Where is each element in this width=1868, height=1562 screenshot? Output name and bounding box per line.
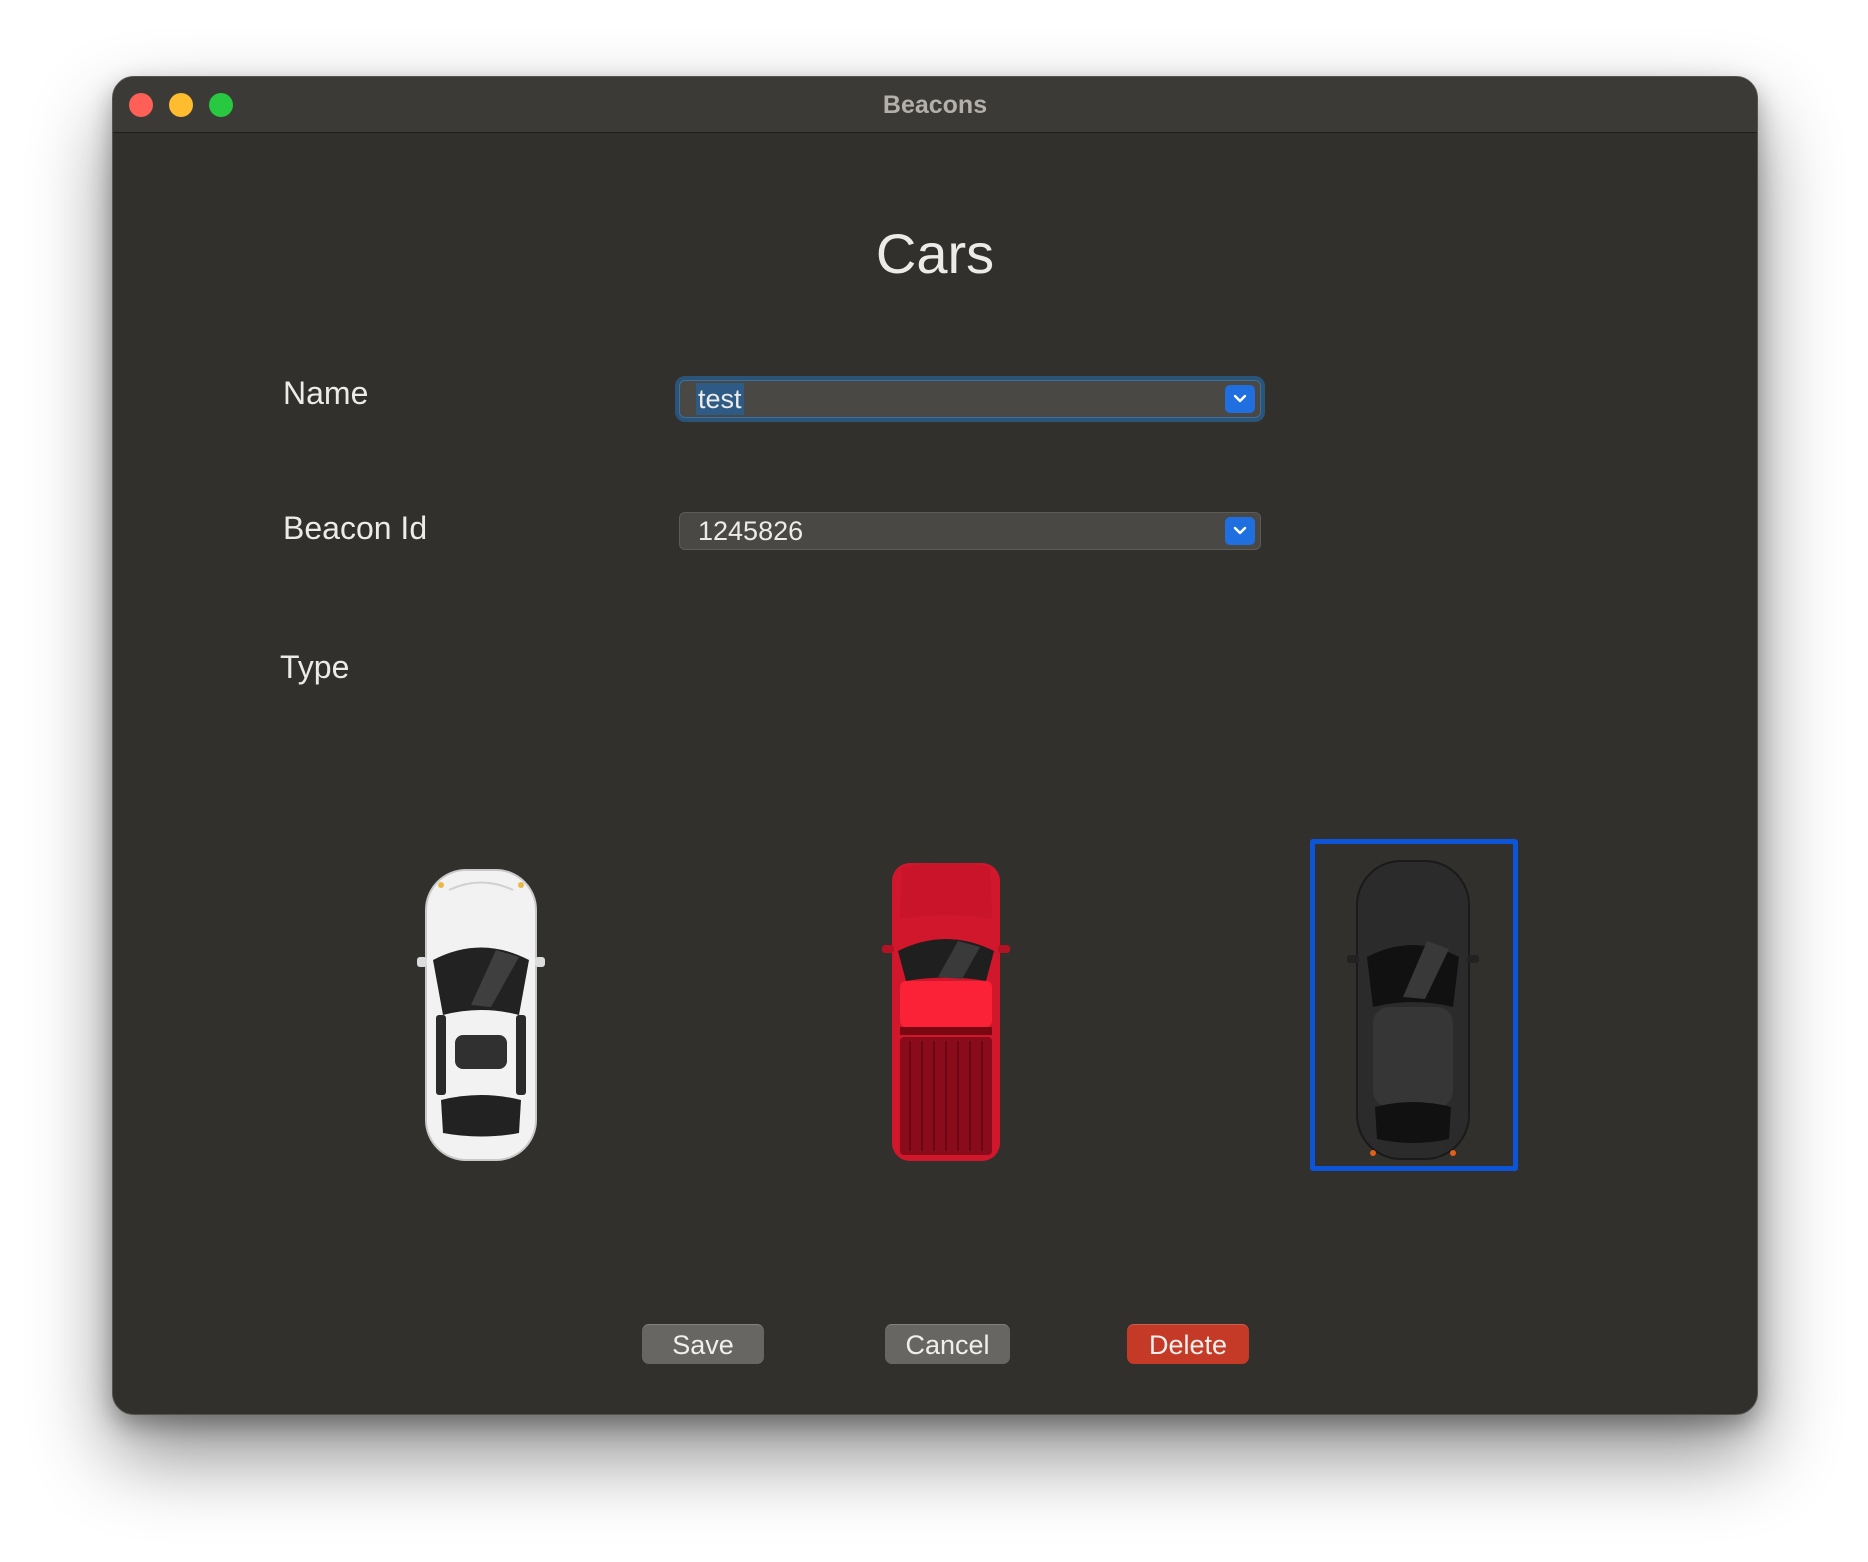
name-label: Name xyxy=(283,375,369,411)
red-pickup-car-option[interactable] xyxy=(876,859,1016,1165)
screen: Beacons Cars Name test Beacon Id 1245826… xyxy=(0,0,1868,1562)
delete-button[interactable]: Delete xyxy=(1127,1324,1249,1364)
name-dropdown-button[interactable] xyxy=(1225,385,1255,413)
beacon-id-combobox[interactable]: 1245826 xyxy=(679,512,1261,550)
chevron-down-icon xyxy=(1233,526,1247,535)
cancel-button[interactable]: Cancel xyxy=(885,1324,1010,1364)
name-combobox[interactable]: test xyxy=(679,380,1261,418)
beacon-id-value[interactable]: 1245826 xyxy=(698,515,803,547)
name-value[interactable]: test xyxy=(696,383,744,415)
save-button[interactable]: Save xyxy=(642,1324,764,1364)
window-title: Beacons xyxy=(882,91,988,119)
beacon-id-dropdown-button[interactable] xyxy=(1225,517,1255,545)
type-label: Type xyxy=(280,649,350,685)
chevron-down-icon xyxy=(1233,394,1247,403)
beacons-window: Beacons Cars Name test Beacon Id 1245826… xyxy=(112,76,1758,1415)
black-coupe-car-option[interactable] xyxy=(1343,857,1483,1163)
title-bar[interactable]: Beacons xyxy=(113,77,1757,133)
beacon-id-label: Beacon Id xyxy=(283,510,428,546)
white-sedan-car-option[interactable] xyxy=(411,865,551,1165)
page-title: Cars xyxy=(875,222,995,285)
